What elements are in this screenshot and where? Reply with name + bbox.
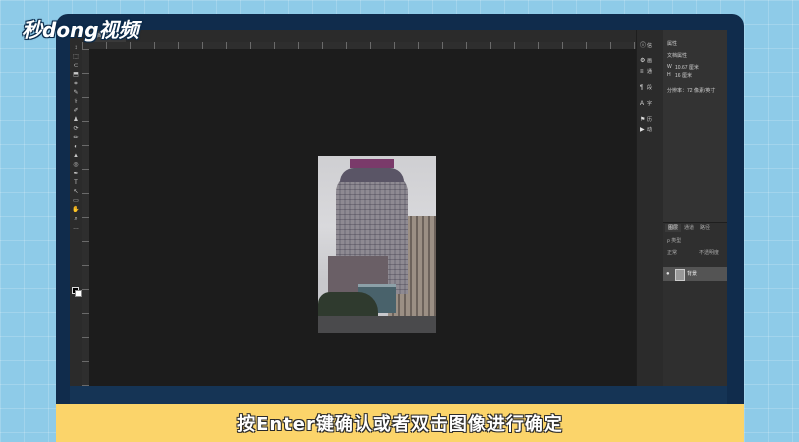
quick-select-tool-icon[interactable]: ⬒ [72,72,80,78]
layer-filter-input[interactable]: ρ 类型 [667,237,681,244]
canvas-area[interactable] [89,49,636,386]
panel-label: 历 [647,117,653,123]
logo: 秒dong视频 [22,18,139,42]
shape-tool-icon[interactable]: ▭ [72,198,80,204]
character-panel-button[interactable]: A字 [640,100,652,108]
street [318,316,436,333]
dodge-tool-icon[interactable]: ◎ [72,162,80,168]
brush-settings-button[interactable]: ⚙ 画 [640,57,652,65]
tab-layers[interactable]: 图层 [665,224,682,232]
eraser-tool-icon[interactable]: ✏ [72,135,80,141]
gradient-tool-icon[interactable]: ◐ [72,144,80,150]
hand-tool-icon[interactable]: ✋ [72,207,80,213]
image-canvas[interactable] [318,156,436,333]
clone-stamp-tool-icon[interactable]: ♟ [72,117,80,123]
move-tool-icon[interactable]: ↕ [72,45,80,51]
panel-label: 字 [647,101,653,107]
width-value[interactable]: 10.67 厘米 [675,64,699,71]
subtitle-bar: 按Enter键确认或者双击图像进行确定 [56,404,744,442]
character-icon: A [640,101,645,107]
eye-icon[interactable]: ● [666,271,670,277]
channels-icon: ≡ [640,69,644,75]
height-label: H [667,72,671,78]
background-color-swatch[interactable] [75,290,82,297]
history-panel-button[interactable]: ⚑ 历 [640,116,652,124]
resolution-text: 分辨率：72 像素/英寸 [667,88,716,94]
document-properties-label: 文档属性 [667,53,688,59]
properties-panel: 属性 文档属性 W 10.67 厘米 H 16 厘米 分辨率：72 像素/英寸 [663,30,727,222]
info-icon: ⓘ [640,43,647,49]
layer-thumbnail [675,269,685,281]
collapsed-panels-dock: ⓘ信 ⚙ 画 ≡ 通 ¶ 段 A字 ⚑ 历 ▶ 动 [636,30,663,386]
channels-button[interactable]: ≡ 通 [640,68,652,76]
panel-label: 段 [647,85,653,91]
tab-paths[interactable]: 路径 [697,224,713,232]
vertical-ruler [82,49,89,386]
type-tool-icon[interactable]: T [72,180,80,186]
pen-tool-icon[interactable]: ✒ [72,171,80,177]
paragraph-panel-button[interactable]: ¶ 段 [640,84,652,92]
lasso-tool-icon[interactable]: ⊂ [72,63,80,69]
brush-tool-icon[interactable]: ✐ [72,108,80,114]
tower-crown [340,168,404,182]
screen-bezel-bottom [70,386,727,404]
paragraph-icon: ¶ [640,85,644,91]
history-icon: ⚑ [640,117,646,123]
blend-mode-select[interactable]: 正常 [667,249,677,256]
marquee-tool-icon[interactable]: ⬚ [72,54,80,60]
play-icon: ▶ [640,127,645,133]
zoom-tool-icon[interactable]: ⌕ [72,216,80,222]
panel-label: 动 [647,127,653,133]
height-value[interactable]: 16 厘米 [675,72,692,79]
rooftop-sign [350,159,394,168]
brush-settings-icon: ⚙ [640,58,646,64]
properties-title: 属性 [667,41,678,47]
layer-name: 背景 [687,271,698,277]
path-selection-tool-icon[interactable]: ↖ [72,189,80,195]
more-tools-icon[interactable]: … [72,225,80,231]
layers-panel: 图层 通道 路径 ρ 类型 正常 不透明度 ● 背景 [663,222,727,386]
info-panel-button[interactable]: ⓘ信 [640,42,652,50]
subtitle-text: 按Enter键确认或者双击图像进行确定 [237,414,563,435]
document-tab-bar: 文档名称 * × [70,30,636,42]
width-label: W [667,64,672,70]
panel-label: 信 [647,43,653,49]
blur-tool-icon[interactable]: ▲ [72,153,80,159]
layer-row[interactable]: ● 背景 [663,267,727,281]
actions-panel-button[interactable]: ▶ 动 [640,126,652,134]
eyedropper-tool-icon[interactable]: ✎ [72,90,80,96]
photoshop-window: 文档名称 * × ↕ ⬚ ⊂ ⬒ ⌗ ✎ ⚕ ✐ ♟ ⟳ ✏ ◐ ▲ ◎ ✒ T … [70,30,727,386]
panel-label: 通 [647,69,653,75]
healing-brush-tool-icon[interactable]: ⚕ [72,99,80,105]
panel-label: 画 [647,58,653,64]
opacity-label: 不透明度 [699,250,720,256]
tab-channels[interactable]: 通道 [681,224,697,232]
crop-tool-icon[interactable]: ⌗ [72,81,80,87]
history-brush-tool-icon[interactable]: ⟳ [72,126,80,132]
